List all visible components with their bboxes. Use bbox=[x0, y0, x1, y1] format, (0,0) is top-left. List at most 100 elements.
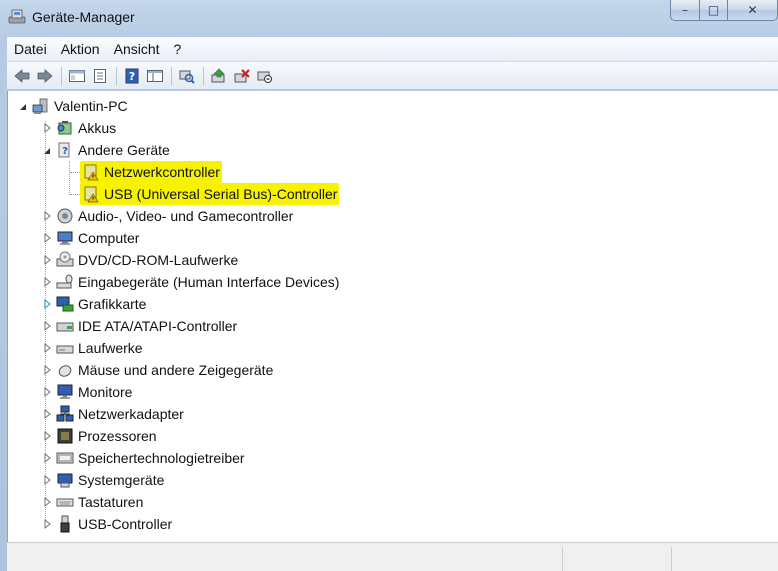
disable-device-button[interactable] bbox=[254, 65, 276, 87]
collapsed-arrow-icon[interactable] bbox=[42, 453, 52, 463]
tree-item-label: Computer bbox=[78, 230, 140, 246]
menu-help[interactable]: ? bbox=[167, 37, 189, 61]
tree-item-label: Netzwerkadapter bbox=[78, 406, 184, 422]
system-device-icon bbox=[57, 473, 73, 488]
collapsed-arrow-icon[interactable] bbox=[42, 123, 52, 133]
tree-item-usb-universal-serial-bus-controller[interactable]: USB (Universal Serial Bus)-Controller bbox=[80, 183, 340, 205]
collapsed-arrow-icon[interactable] bbox=[42, 409, 52, 419]
tree-item-audio[interactable]: Audio-, Video- und Gamecontroller bbox=[56, 205, 293, 227]
tree-item-label: Tastaturen bbox=[78, 494, 144, 510]
device-tree[interactable]: Valentin-PC Akkus ? Andere Geräte Netzwe… bbox=[7, 91, 778, 542]
tree-item-maeuse[interactable]: Mäuse und andere Zeigegeräte bbox=[56, 359, 273, 381]
tree-item-monitore[interactable]: Monitore bbox=[56, 381, 132, 403]
collapsed-arrow-icon[interactable] bbox=[42, 255, 52, 265]
expanded-arrow-icon[interactable] bbox=[18, 102, 28, 112]
tree-item-label: Netzwerkcontroller bbox=[104, 164, 220, 180]
minimize-icon: – bbox=[682, 3, 688, 17]
tree-item-systemgeraete[interactable]: Systemgeräte bbox=[56, 469, 164, 491]
usb-icon bbox=[60, 515, 70, 533]
network-adapter-icon bbox=[56, 405, 74, 422]
back-arrow-icon bbox=[14, 68, 30, 83]
tree-item-laufwerke[interactable]: Laufwerke bbox=[56, 337, 143, 359]
tree-item-dvd-cd-rom[interactable]: DVD/CD-ROM-Laufwerke bbox=[56, 249, 238, 271]
tree-item-netzwerkcontroller[interactable]: Netzwerkcontroller bbox=[80, 161, 222, 183]
back-button[interactable] bbox=[11, 65, 33, 87]
scan-hardware-button[interactable] bbox=[176, 65, 198, 87]
maximize-button[interactable]: □ bbox=[700, 0, 728, 21]
unknown-device-icon: ? bbox=[58, 142, 70, 158]
toolbar-separator bbox=[203, 66, 204, 85]
warning-device-icon bbox=[84, 164, 99, 181]
view-button[interactable] bbox=[144, 65, 166, 87]
tree-item-computer[interactable]: Computer bbox=[56, 227, 139, 249]
console-tree-button[interactable] bbox=[66, 65, 88, 87]
tree-item-speichertechnologietreiber[interactable]: Speichertechnologietreiber bbox=[56, 447, 245, 469]
console-tree-icon bbox=[69, 69, 85, 82]
help-button[interactable]: ? bbox=[121, 65, 143, 87]
battery-icon bbox=[57, 121, 72, 135]
tree-item-label: Andere Geräte bbox=[78, 142, 170, 158]
status-divider bbox=[671, 547, 672, 571]
toolbar-separator bbox=[61, 66, 62, 85]
expanded-arrow-icon[interactable] bbox=[42, 146, 52, 156]
collapsed-arrow-icon[interactable] bbox=[42, 299, 52, 309]
collapsed-arrow-icon[interactable] bbox=[42, 321, 52, 331]
collapsed-arrow-icon[interactable] bbox=[42, 387, 52, 397]
tree-item-akkus[interactable]: Akkus bbox=[56, 117, 116, 139]
menu-ansicht[interactable]: Ansicht bbox=[107, 37, 167, 61]
caption-buttons: – □ ✕ bbox=[670, 0, 778, 24]
tree-item-label: USB (Universal Serial Bus)-Controller bbox=[104, 186, 338, 202]
tree-item-andere-geraete[interactable]: ? Andere Geräte bbox=[56, 139, 170, 161]
tree-item-label: Mäuse und andere Zeigegeräte bbox=[78, 362, 274, 378]
uninstall-icon bbox=[234, 68, 250, 82]
uninstall-button[interactable] bbox=[231, 65, 253, 87]
tree-line bbox=[69, 161, 70, 195]
monitor-icon bbox=[57, 384, 73, 399]
collapsed-arrow-icon[interactable] bbox=[42, 343, 52, 353]
properties-button[interactable] bbox=[89, 65, 111, 87]
collapsed-arrow-icon[interactable] bbox=[42, 431, 52, 441]
tree-item-label: Grafikkarte bbox=[78, 296, 147, 312]
minimize-button[interactable]: – bbox=[670, 0, 700, 21]
tree-root-label: Valentin-PC bbox=[54, 98, 128, 114]
collapsed-arrow-icon[interactable] bbox=[42, 277, 52, 287]
collapsed-arrow-icon[interactable] bbox=[42, 233, 52, 243]
display-adapter-icon bbox=[56, 296, 74, 312]
svg-text:?: ? bbox=[129, 70, 135, 83]
collapsed-arrow-icon[interactable] bbox=[42, 497, 52, 507]
menu-aktion[interactable]: Aktion bbox=[54, 37, 107, 61]
device-manager-window: Geräte-Manager – □ ✕ Datei Aktion Ansich… bbox=[0, 0, 778, 571]
collapsed-arrow-icon[interactable] bbox=[42, 365, 52, 375]
mouse-icon bbox=[58, 365, 72, 377]
tree-item-grafikkarte[interactable]: Grafikkarte bbox=[56, 293, 146, 315]
menu-bar: Datei Aktion Ansicht ? bbox=[7, 37, 778, 62]
device-manager-icon bbox=[8, 9, 26, 24]
dvd-drive-icon bbox=[56, 251, 74, 267]
tree-root[interactable]: Valentin-PC bbox=[32, 95, 128, 117]
toolbar-separator bbox=[171, 66, 172, 85]
collapsed-arrow-icon[interactable] bbox=[42, 475, 52, 485]
tree-item-tastaturen[interactable]: Tastaturen bbox=[56, 491, 143, 513]
tree-item-usb-controller[interactable]: USB-Controller bbox=[56, 513, 172, 535]
tree-item-label: Speichertechnologietreiber bbox=[78, 450, 245, 466]
scan-hardware-icon bbox=[179, 70, 195, 84]
collapsed-arrow-icon[interactable] bbox=[42, 211, 52, 221]
tree-item-label: USB-Controller bbox=[78, 516, 173, 532]
forward-button[interactable] bbox=[34, 65, 56, 87]
close-icon: ✕ bbox=[747, 3, 758, 17]
tree-item-netzwerkadapter[interactable]: Netzwerkadapter bbox=[56, 403, 184, 425]
menu-datei[interactable]: Datei bbox=[7, 37, 54, 61]
computer-icon bbox=[57, 231, 73, 245]
update-driver-button[interactable] bbox=[208, 65, 230, 87]
tree-item-eingabegeraete[interactable]: Eingabegeräte (Human Interface Devices) bbox=[56, 271, 339, 293]
forward-arrow-icon bbox=[37, 68, 53, 83]
toolbar-separator bbox=[116, 66, 117, 85]
window-title: Geräte-Manager bbox=[32, 9, 135, 25]
close-button[interactable]: ✕ bbox=[728, 0, 778, 21]
tree-item-prozessoren[interactable]: Prozessoren bbox=[56, 425, 157, 447]
collapsed-arrow-icon[interactable] bbox=[42, 519, 52, 529]
help-icon: ? bbox=[125, 68, 139, 83]
tree-item-ide-ata-atapi[interactable]: IDE ATA/ATAPI-Controller bbox=[56, 315, 237, 337]
title-bar[interactable]: Geräte-Manager – □ ✕ bbox=[0, 0, 778, 36]
tree-item-label: Monitore bbox=[78, 384, 133, 400]
